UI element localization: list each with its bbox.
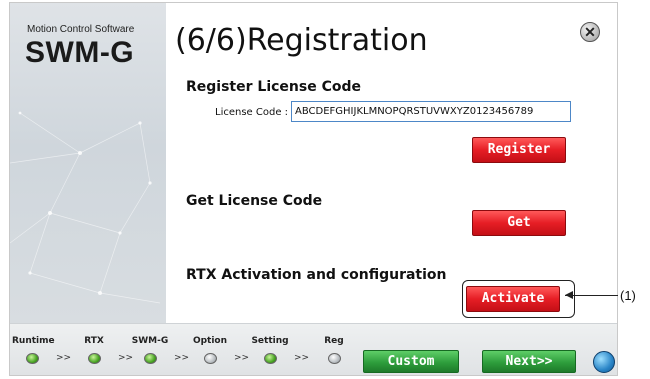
register-section-heading: Register License Code [186,79,361,95]
next-button[interactable]: Next>> [482,350,576,373]
step-indicator-reg [328,353,341,364]
step-status-bar: Runtime >> RTX >> SWM-G >> Option >> Set… [10,323,617,375]
step-label-setting: Setting [251,336,289,346]
step-separator: >> [294,353,310,363]
step-indicator-rtx [88,353,101,364]
brand-subtitle: Motion Control Software [27,24,135,35]
step-label-swm-g: SWM-G [131,336,169,346]
step-separator: >> [118,353,134,363]
get-button[interactable]: Get [472,210,566,236]
callout-label: (1) [620,288,636,303]
step-label-rtx: RTX [84,336,104,346]
step-indicator-setting [264,353,277,364]
step-separator: >> [174,353,190,363]
globe-icon[interactable] [593,351,615,373]
step-label-option: Option [192,336,228,346]
step-indicator-swm-g [144,353,157,364]
installer-window: Motion Control Software SWM-G (6/6)Regis… [9,2,618,376]
step-separator: >> [56,353,72,363]
get-section-heading: Get License Code [186,193,323,209]
custom-button[interactable]: Custom [363,350,459,373]
callout-arrow-icon [565,291,573,299]
brand-product-name: SWM-G [25,36,135,69]
step-label-runtime: Runtime [12,336,55,346]
activate-button[interactable]: Activate [466,286,560,312]
license-code-input[interactable]: ABCDEFGHIJKLMNOPQRSTUVWXYZ0123456789 [291,101,571,122]
register-button[interactable]: Register [472,137,566,163]
step-indicator-option [204,353,217,364]
step-indicator-runtime [26,353,39,364]
page-title: (6/6)Registration [175,23,428,58]
rtx-section-heading: RTX Activation and configuration [186,267,447,283]
sidebar-panel: Motion Control Software SWM-G [10,3,166,323]
close-button[interactable]: ✕ [580,22,600,42]
close-icon: ✕ [584,24,596,40]
license-code-label: License Code : [215,107,289,118]
step-label-reg: Reg [324,336,344,346]
step-separator: >> [234,353,250,363]
